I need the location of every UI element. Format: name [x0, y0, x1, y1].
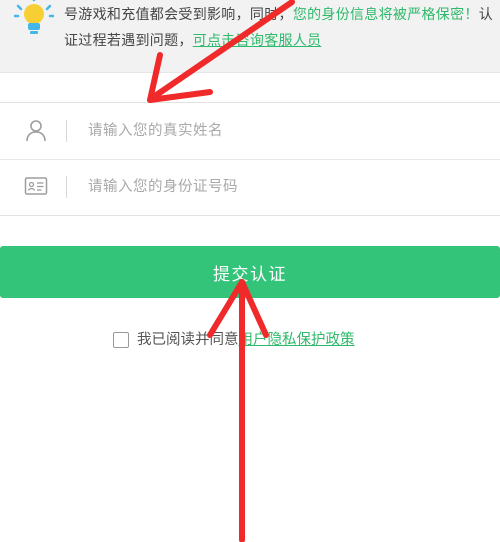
arrow-1-head-right	[147, 89, 213, 103]
auth-page: 号游戏和充值都会受到影响，同时，您的身份信息将被严格保密！认证过程若遇到问题，可…	[0, 0, 500, 542]
divider	[66, 176, 67, 198]
user-icon	[26, 120, 46, 142]
divider	[66, 120, 67, 142]
privacy-policy-link[interactable]: 用户隐私保护政策	[239, 332, 355, 348]
name-input[interactable]	[86, 115, 480, 147]
notice-text: 号游戏和充值都会受到影响，同时，您的身份信息将被严格保密！认证过程若遇到问题，可…	[64, 2, 494, 54]
notice-text-privacy: 您的身份信息将被严格保密！	[292, 7, 479, 23]
name-row	[0, 103, 500, 160]
submit-auth-button[interactable]: 提交认证	[0, 246, 500, 298]
contact-support-link[interactable]: 可点击咨询客服人员	[193, 33, 322, 49]
agreement-text: 我已阅读并同意	[137, 332, 239, 348]
lightbulb-icon	[14, 0, 54, 34]
notice-banner: 号游戏和充值都会受到影响，同时，您的身份信息将被严格保密！认证过程若遇到问题，可…	[0, 0, 500, 73]
id-card-icon	[24, 177, 48, 195]
notice-text-plain: 号游戏和充值都会受到影响，同时，	[64, 7, 293, 23]
id-number-input[interactable]	[86, 171, 480, 203]
agree-checkbox[interactable]	[113, 332, 129, 348]
id-row	[0, 159, 500, 215]
agreement-label: 我已阅读并同意用户隐私保护政策	[137, 330, 355, 350]
auth-form	[0, 102, 500, 216]
